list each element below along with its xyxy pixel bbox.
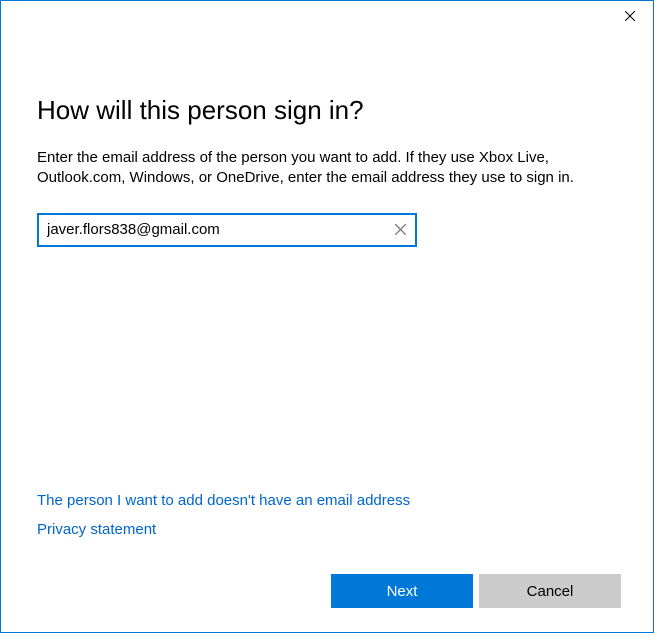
- next-button[interactable]: Next: [331, 574, 473, 608]
- description-text: Enter the email address of the person yo…: [37, 148, 617, 189]
- close-button[interactable]: [607, 1, 653, 31]
- clear-input-button[interactable]: [385, 215, 415, 245]
- dialog-window: How will this person sign in? Enter the …: [0, 0, 654, 633]
- email-field[interactable]: [39, 215, 385, 245]
- titlebar: [1, 1, 653, 33]
- no-email-link[interactable]: The person I want to add doesn't have an…: [37, 492, 410, 509]
- cancel-button[interactable]: Cancel: [479, 574, 621, 608]
- close-icon: [625, 11, 635, 21]
- clear-icon: [395, 224, 406, 235]
- footer-buttons: Next Cancel: [331, 574, 621, 608]
- page-title: How will this person sign in?: [37, 95, 617, 126]
- privacy-link[interactable]: Privacy statement: [37, 521, 410, 538]
- content-area: How will this person sign in? Enter the …: [1, 33, 653, 247]
- links-section: The person I want to add doesn't have an…: [37, 492, 410, 550]
- email-input-container: [37, 213, 417, 247]
